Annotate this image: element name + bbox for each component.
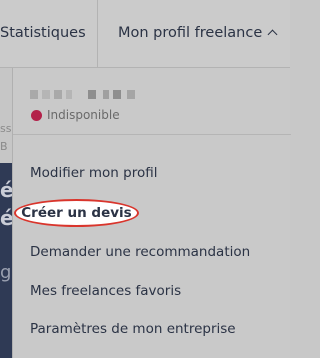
menu-item-company-settings[interactable]: Paramètres de mon entreprise [30,321,236,337]
user-info-block: Indisponible [13,68,291,134]
status-dot-icon [31,110,42,121]
nav-statistics-link[interactable]: Statistiques [0,25,86,41]
user-name-redacted [42,90,50,99]
bg-text-fragment: ss [0,122,12,135]
menu-separator [13,134,291,135]
user-name-redacted [30,90,38,99]
availability-status: Indisponible [47,108,120,122]
nav-profile-menu[interactable]: Mon profil freelance [118,25,278,41]
nav-divider [97,0,98,68]
menu-item-create-quote[interactable]: Créer un devis [14,199,139,227]
menu-item-request-recommendation[interactable]: Demander une recommandation [30,244,250,260]
user-name-redacted [127,90,135,99]
menu-item-edit-profile[interactable]: Modifier mon profil [30,165,157,181]
bg-text-fragment: g [0,262,12,283]
user-name-redacted [66,90,72,99]
user-name-redacted [113,90,121,99]
menu-item-favorite-freelancers[interactable]: Mes freelances favoris [30,283,181,299]
top-nav: Statistiques Mon profil freelance [0,0,290,68]
user-name-redacted [54,90,62,99]
profile-dropdown-menu: Indisponible Modifier mon profil Créer u… [12,68,291,358]
bg-text-fragment: B [0,140,8,153]
user-name-redacted [103,90,109,99]
user-name-redacted [88,90,96,99]
chevron-up-icon [267,29,278,40]
nav-profile-label: Mon profil freelance [118,25,263,41]
